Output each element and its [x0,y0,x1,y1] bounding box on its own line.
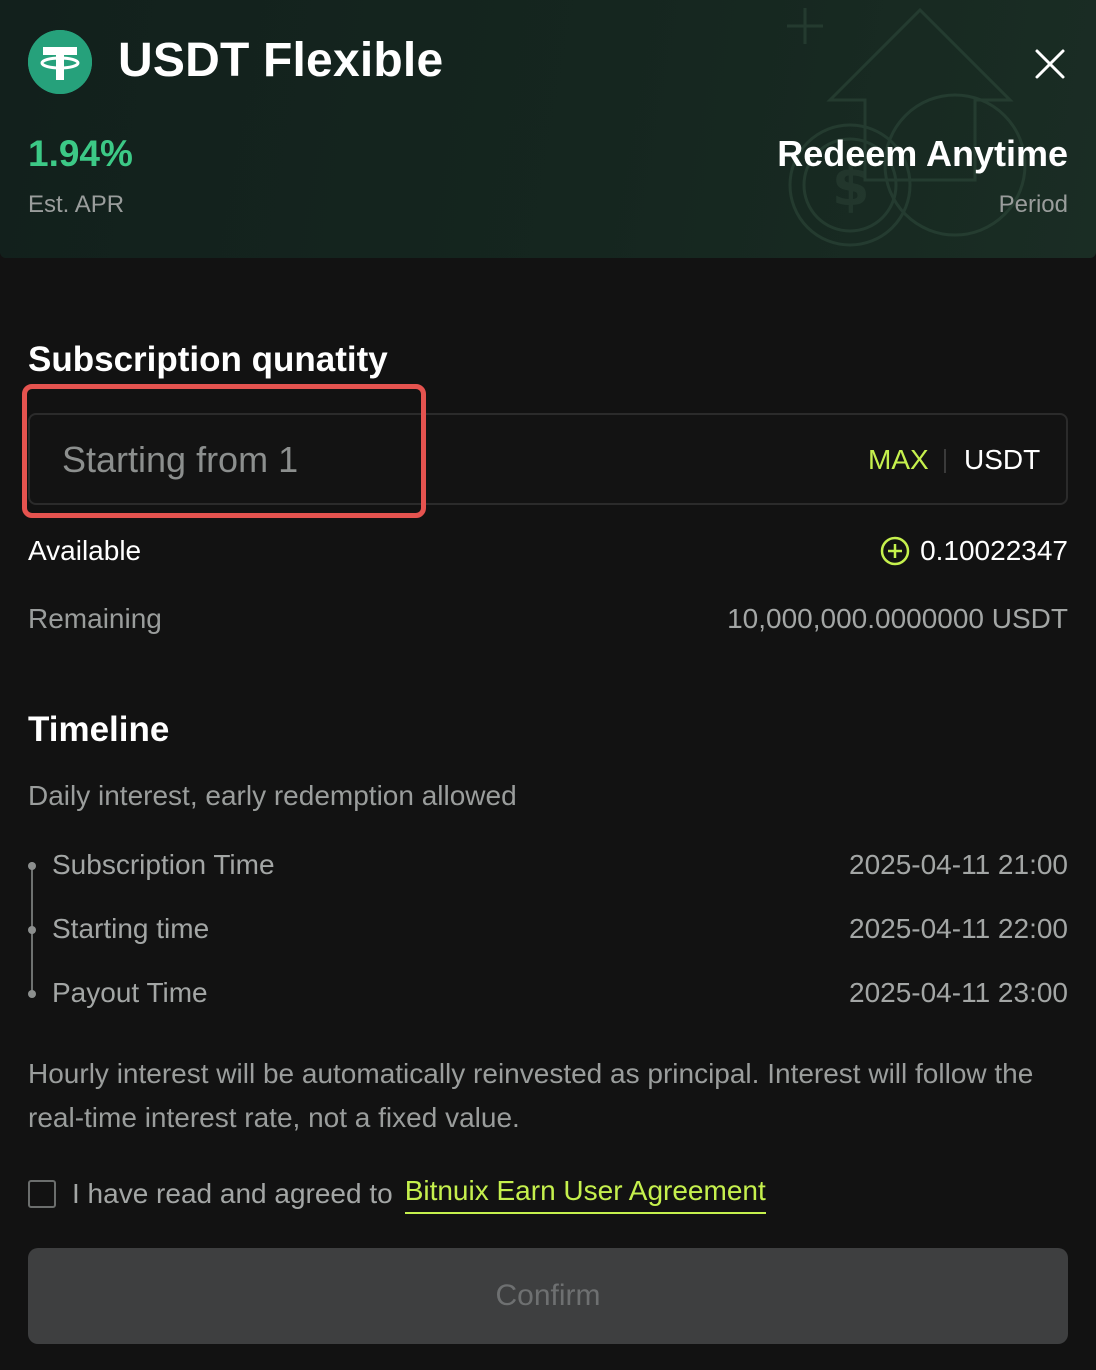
close-button[interactable] [1024,38,1076,90]
available-value: 0.10022347 [920,535,1068,566]
available-balance: 0.10022347 [880,534,1068,568]
apr-label: Est. APR [28,191,125,218]
timeline-item-value: 2025-04-11 21:00 [849,849,1068,880]
product-header: $ USDT Flexible 1.94% Est. APR Redeem An… [0,0,1096,258]
add-funds-icon[interactable] [880,536,910,566]
timeline-item-label: Payout Time [52,977,208,1008]
close-icon [1035,49,1065,79]
page-title: USDT Flexible [118,34,444,87]
remaining-value: 10,000,000.0000000 USDT [727,603,1068,634]
subscription-title: Subscription qunatity [28,340,388,379]
timeline-item-label: Starting time [52,913,210,944]
divider [944,449,946,473]
timeline-item-label: Subscription Time [52,849,275,880]
available-label: Available [28,535,142,566]
timeline-description: Daily interest, early redemption allowed [28,780,517,811]
agreement-row: I have read and agreed to Bitnuix Earn U… [28,1174,766,1214]
confirm-button[interactable]: Confirm [28,1248,1068,1344]
timeline-dot [28,990,36,998]
agreement-link[interactable]: Bitnuix Earn User Agreement [404,1174,766,1214]
reinvest-note: Hourly interest will be automatically re… [28,1058,1034,1133]
quantity-input[interactable] [62,433,662,487]
timeline-item-value: 2025-04-11 22:00 [849,913,1068,944]
max-button[interactable]: MAX [868,443,929,477]
period-label: Period [998,191,1068,218]
unit-label: USDT [964,444,1041,475]
timeline-dot [28,862,36,870]
period-value: Redeem Anytime [777,133,1068,174]
apr-value: 1.94% [28,133,133,174]
agreement-text: I have read and agreed to [72,1178,393,1209]
agreement-checkbox[interactable] [28,1180,56,1208]
quantity-field: MAX USDT [28,413,1068,505]
timeline-dot [28,926,36,934]
tether-logo-icon [28,30,92,94]
remaining-label: Remaining [28,603,162,634]
timeline-item-value: 2025-04-11 23:00 [849,977,1068,1008]
timeline-title: Timeline [28,710,170,749]
